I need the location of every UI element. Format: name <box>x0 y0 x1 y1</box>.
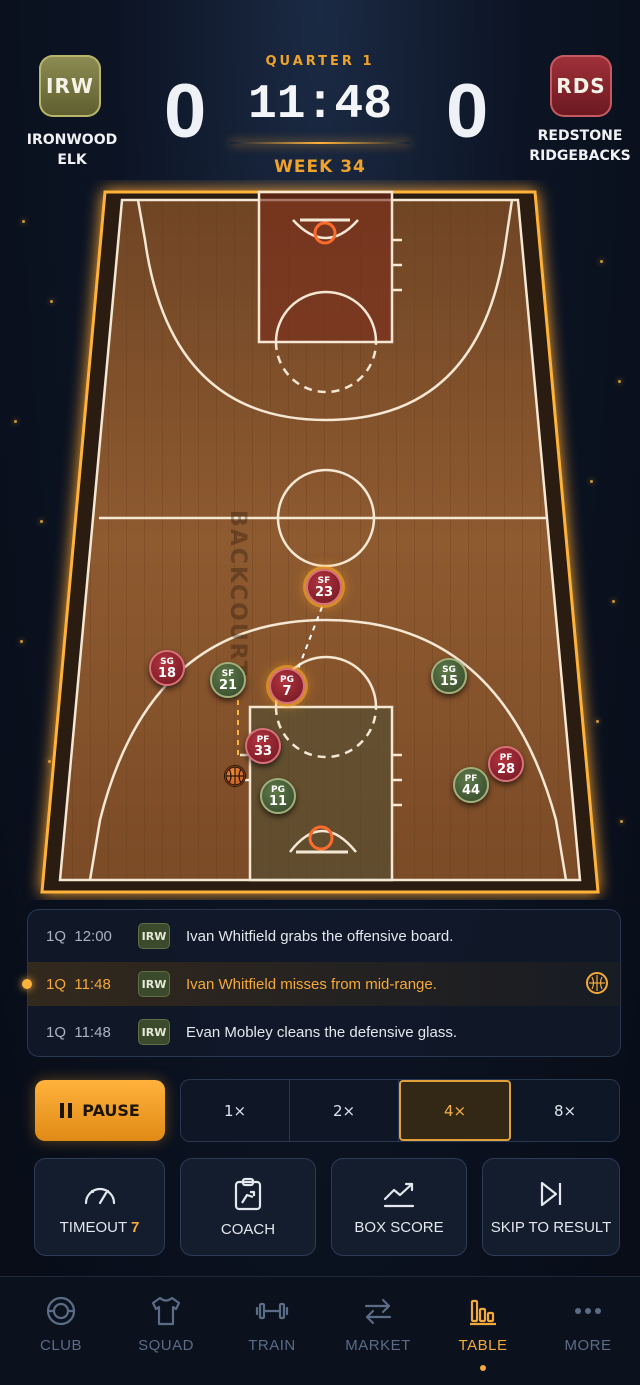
feed-team-tag: IRW <box>138 1019 170 1045</box>
clipboard-icon <box>234 1177 262 1210</box>
speed-8x-button[interactable]: 8× <box>511 1080 619 1141</box>
away-team-name-line1: REDSTONE <box>537 128 623 144</box>
nav-label: CLUB <box>39 1337 82 1354</box>
away-team-badge[interactable]: RDS <box>550 55 612 117</box>
feed-team-tag: IRW <box>138 971 170 997</box>
timeout-count: 7 <box>131 1218 140 1236</box>
player-number: 11 <box>268 794 288 809</box>
basketball-icon <box>586 972 608 994</box>
dumbbell-icon <box>255 1302 289 1320</box>
nav-label: SQUAD <box>138 1337 194 1354</box>
nav-item-squad[interactable]: SQUAD <box>113 1277 219 1377</box>
home-team-abbr: IRW <box>46 74 94 98</box>
game-clock: 11:48 <box>247 78 393 132</box>
pause-label: PAUSE <box>82 1101 140 1120</box>
jersey-icon <box>151 1296 181 1326</box>
home-team-name: IRONWOOD ELK <box>26 132 118 168</box>
player-token[interactable]: PF 33 <box>245 728 281 764</box>
player-number: 33 <box>253 744 273 759</box>
feed-time: 1Q 12:00 <box>46 927 112 945</box>
quarter-label: QUARTER 1 <box>265 54 375 69</box>
nav-item-market[interactable]: MARKET <box>325 1277 431 1377</box>
away-team-name: REDSTONE RIDGEBACKS <box>520 126 640 166</box>
more-dots-icon <box>575 1308 601 1314</box>
play-by-play-feed[interactable]: 1Q 12:00 IRW Ivan Whitfield grabs the of… <box>22 909 622 1057</box>
current-event-dot <box>22 979 32 989</box>
home-score: 0 <box>164 69 207 154</box>
player-number: 18 <box>157 666 177 681</box>
player-token[interactable]: SG 18 <box>149 650 185 686</box>
clock-underline <box>230 142 410 144</box>
home-team-badge[interactable]: IRW <box>39 55 101 117</box>
skip-forward-icon <box>540 1181 562 1206</box>
player-number: 15 <box>439 674 459 689</box>
feed-row[interactable]: 1Q 11:48 IRW Evan Mobley cleans the defe… <box>28 1010 622 1054</box>
skip-to-result-label: SKIP TO RESULT <box>490 1218 612 1236</box>
speed-4x-button[interactable]: 4× <box>399 1080 511 1141</box>
player-number: 23 <box>314 585 334 600</box>
nav-label: MARKET <box>345 1337 411 1354</box>
feed-text: Ivan Whitfield misses from mid-range. <box>186 975 437 993</box>
player-token[interactable]: SF 23 <box>306 569 342 605</box>
speed-1x-button[interactable]: 1× <box>181 1080 290 1141</box>
player-number: 44 <box>461 783 481 798</box>
feed-row-current[interactable]: 1Q 11:48 IRW Ivan Whitfield misses from … <box>22 962 622 1006</box>
player-number: 21 <box>218 678 238 693</box>
coach-button[interactable]: COACH <box>180 1158 316 1256</box>
coach-label: COACH <box>220 1220 276 1238</box>
skip-to-result-button[interactable]: SKIP TO RESULT <box>482 1158 620 1256</box>
player-token[interactable]: PG 7 <box>269 668 305 704</box>
player-token[interactable]: SG 15 <box>431 658 467 694</box>
pause-icon <box>60 1103 73 1118</box>
feed-text: Evan Mobley cleans the defensive glass. <box>186 1023 457 1041</box>
speed-selector[interactable]: 1× 2× 4× 8× <box>180 1079 620 1142</box>
player-token[interactable]: PF 44 <box>453 767 489 803</box>
nav-item-table[interactable]: TABLE <box>430 1277 536 1377</box>
feed-row[interactable]: 1Q 12:00 IRW Ivan Whitfield grabs the of… <box>28 914 622 958</box>
player-number: 28 <box>496 762 516 777</box>
bottom-navigation: CLUB SQUAD TRAIN MARKET TABLE MORE <box>0 1276 640 1385</box>
week-label: WEEK 34 <box>274 157 366 177</box>
nav-item-more[interactable]: MORE <box>535 1277 640 1377</box>
player-token[interactable]: PG 11 <box>260 778 296 814</box>
box-score-label: BOX SCORE <box>354 1218 444 1236</box>
away-score: 0 <box>446 69 489 154</box>
trend-chart-icon <box>383 1182 415 1207</box>
speed-2x-button[interactable]: 2× <box>290 1080 399 1141</box>
club-icon <box>46 1296 76 1326</box>
pause-button[interactable]: PAUSE <box>35 1080 165 1141</box>
nav-item-train[interactable]: TRAIN <box>219 1277 325 1377</box>
box-score-button[interactable]: BOX SCORE <box>331 1158 467 1256</box>
basketball-icon <box>224 765 246 787</box>
swap-arrows-icon <box>364 1298 392 1325</box>
player-token[interactable]: PF 28 <box>488 746 524 782</box>
nav-label: MORE <box>564 1337 612 1354</box>
timeout-button[interactable]: TIMEOUT 7 <box>34 1158 165 1256</box>
nav-label: TABLE <box>458 1337 508 1354</box>
stopwatch-icon <box>84 1187 115 1204</box>
feed-text: Ivan Whitfield grabs the offensive board… <box>186 927 454 945</box>
court-side-label: BACKCOURT <box>225 510 250 678</box>
basketball-court: BACKCOURT SF 23 SG 18 SF 21 PG 7 SG 15 P… <box>0 180 640 900</box>
player-token[interactable]: SF 21 <box>210 662 246 698</box>
active-indicator <box>480 1365 486 1371</box>
feed-time: 1Q 11:48 <box>46 975 111 993</box>
nav-item-club[interactable]: CLUB <box>8 1277 114 1377</box>
bar-chart-icon <box>470 1299 496 1326</box>
court-drawing <box>40 190 600 894</box>
away-team-abbr: RDS <box>556 74 606 98</box>
feed-team-tag: IRW <box>138 923 170 949</box>
timeout-label: TIMEOUT 7 <box>59 1218 140 1236</box>
nav-label: TRAIN <box>248 1337 296 1354</box>
away-team-name-line2: RIDGEBACKS <box>529 148 631 164</box>
feed-time: 1Q 11:48 <box>46 1023 111 1041</box>
player-number: 7 <box>282 684 292 699</box>
